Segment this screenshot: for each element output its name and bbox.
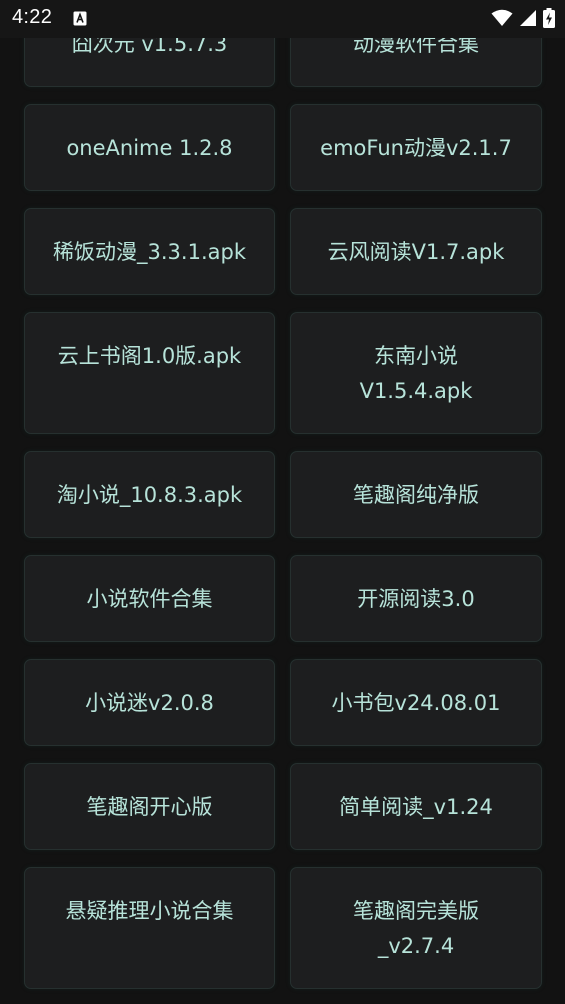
- wifi-icon: [491, 9, 513, 26]
- app-card-label: 小说迷v2.0.8: [85, 691, 214, 715]
- app-card[interactable]: 开源阅读3.0: [290, 555, 542, 642]
- app-card[interactable]: 稀饭动漫_3.3.1.apk: [24, 208, 275, 295]
- app-card-label: 稀饭动漫_3.3.1.apk: [53, 240, 246, 264]
- app-card[interactable]: 悬疑推理小说合集: [24, 867, 275, 989]
- app-card-label: 笔趣阁纯净版: [353, 483, 479, 507]
- app-card-label: 笔趣阁开心版: [86, 795, 213, 819]
- app-card-label: 悬疑推理小说合集: [65, 899, 234, 923]
- app-card-label: 云风阅读V1.7.apk: [327, 240, 505, 264]
- app-card-label: 云上书阁1.0版.apk: [57, 344, 242, 368]
- app-card-label: 小说软件合集: [86, 587, 213, 611]
- app-card[interactable]: 东南小说 V1.5.4.apk: [290, 312, 542, 434]
- app-card[interactable]: 小书包v24.08.01: [290, 659, 542, 746]
- battery-charging-icon: [543, 8, 555, 28]
- app-card[interactable]: 小说迷v2.0.8: [24, 659, 275, 746]
- app-card-label: 开源阅读3.0: [357, 587, 475, 611]
- app-card-label: oneAnime 1.2.8: [66, 136, 233, 160]
- app-card-label: 小书包v24.08.01: [331, 691, 501, 715]
- app-card-label: 笔趣阁完美版 _v2.7.4: [353, 899, 479, 958]
- app-card-label: 东南小说 V1.5.4.apk: [359, 344, 473, 403]
- app-card[interactable]: 简单阅读_v1.24: [290, 763, 542, 850]
- app-card-label: 淘小说_10.8.3.apk: [56, 483, 243, 507]
- app-card[interactable]: 小说软件合集: [24, 555, 275, 642]
- app-card[interactable]: 云上书阁1.0版.apk: [24, 312, 275, 434]
- app-card[interactable]: 云风阅读V1.7.apk: [290, 208, 542, 295]
- app-card[interactable]: 笔趣阁开心版: [24, 763, 275, 850]
- app-card[interactable]: 笔趣阁纯净版: [290, 451, 542, 538]
- notification-a-icon: [73, 11, 87, 26]
- app-card[interactable]: oneAnime 1.2.8: [24, 104, 275, 191]
- app-card[interactable]: emoFun动漫v2.1.7: [290, 104, 542, 191]
- app-card-label: emoFun动漫v2.1.7: [320, 136, 512, 160]
- app-card-label: 简单阅读_v1.24: [339, 795, 493, 819]
- app-list-grid: 囧次元 v1.5.7.3 动漫软件合集 oneAnime 1.2.8 emoFu…: [0, 0, 565, 1004]
- app-card[interactable]: 笔趣阁完美版 _v2.7.4: [290, 867, 542, 989]
- status-time: 4:22: [12, 6, 53, 28]
- cell-signal-icon: [520, 10, 536, 26]
- status-bar: 4:22: [0, 0, 565, 38]
- app-card[interactable]: 淘小说_10.8.3.apk: [24, 451, 275, 538]
